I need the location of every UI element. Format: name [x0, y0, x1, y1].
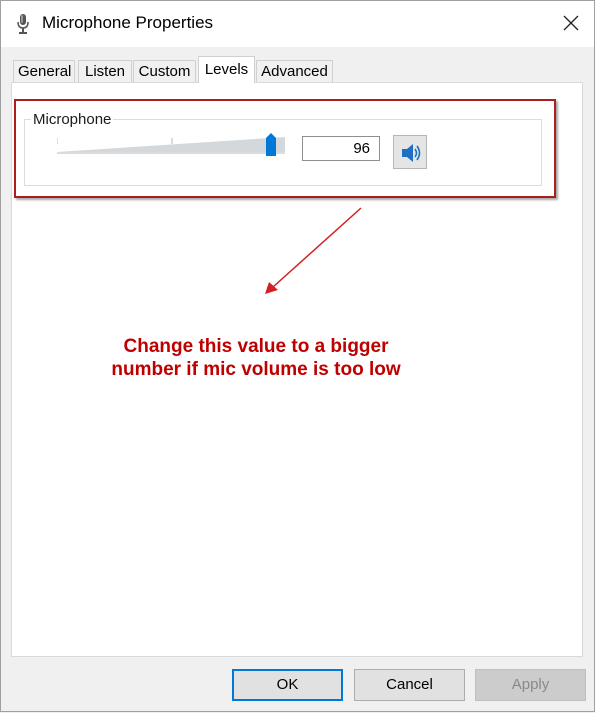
levels-highlight-box	[14, 99, 556, 198]
tab-general[interactable]: General	[13, 60, 75, 82]
properties-window: Microphone Properties General Listen Cus…	[0, 0, 595, 712]
tab-custom[interactable]: Custom	[133, 60, 196, 82]
ok-button[interactable]: OK	[232, 669, 343, 701]
cancel-button[interactable]: Cancel	[354, 669, 465, 701]
tab-advanced[interactable]: Advanced	[256, 60, 333, 82]
tab-listen[interactable]: Listen	[78, 60, 132, 82]
annotation-line-2: number if mic volume is too low	[111, 359, 401, 380]
annotation-line-1: Change this value to a bigger	[123, 336, 389, 357]
apply-button[interactable]: Apply	[475, 669, 586, 701]
annotation-text: Change this value to a bigger number if …	[41, 335, 471, 381]
title-bar: Microphone Properties	[1, 1, 594, 47]
close-icon	[563, 15, 579, 31]
tab-levels[interactable]: Levels	[198, 56, 255, 83]
window-title: Microphone Properties	[42, 13, 214, 32]
close-button[interactable]	[548, 1, 594, 47]
microphone-icon	[15, 13, 31, 35]
